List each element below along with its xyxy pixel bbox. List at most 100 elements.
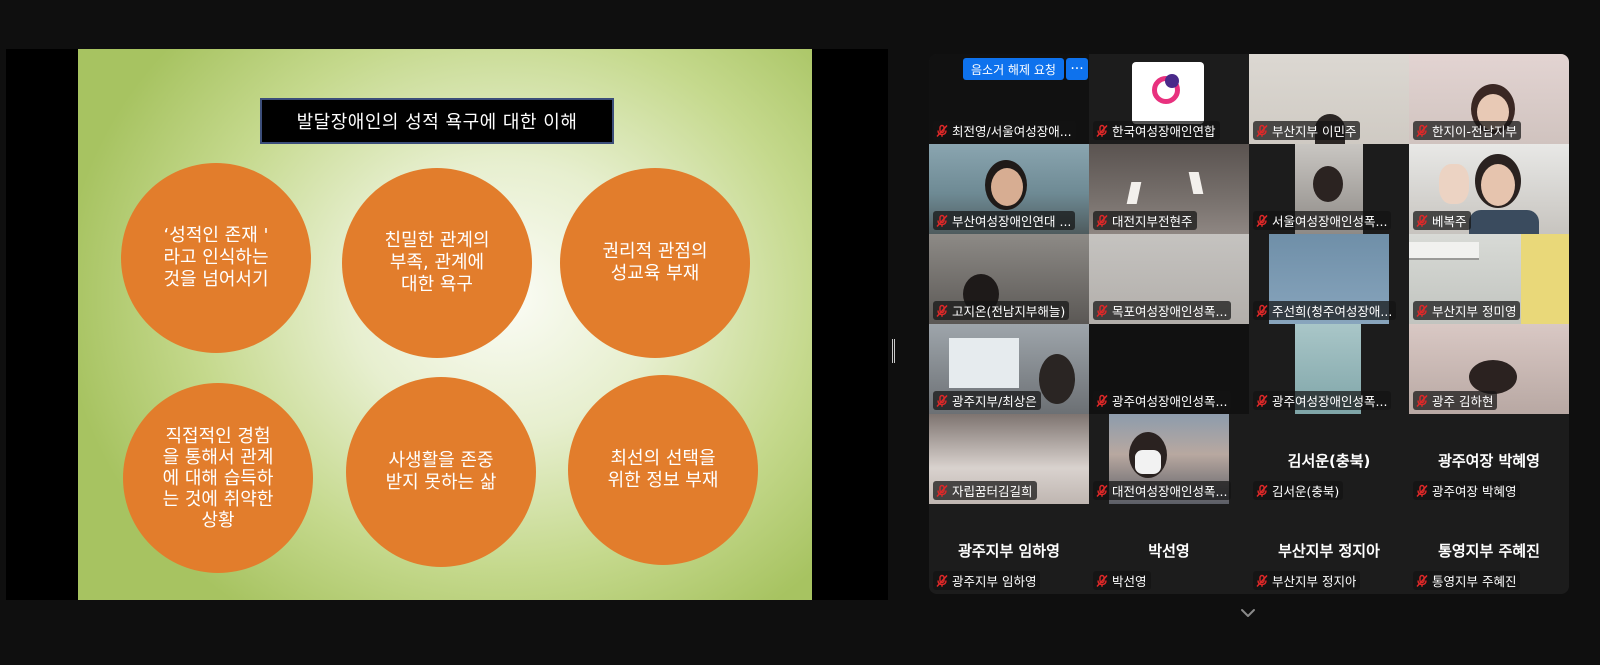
participant-name-tag: 광주여성장애인성폭... [1253,391,1392,410]
participant-display-name: 통영지부 주혜진 [1438,542,1540,560]
participant-name: 목포여성장애인성폭... [1112,304,1228,319]
participant-tile-no-video[interactable]: 광주여장 박혜영 광주여장 박혜영 [1409,414,1569,504]
wall-panel [1521,234,1569,324]
participant-name-tag: 광주지부/최상은 [933,391,1041,410]
muted-mic-icon [1415,124,1429,138]
participant-tile-no-video[interactable]: 부산지부 정지아 부산지부 정지아 [1249,504,1409,594]
participant-name: 부산여성장애인연대 ... [952,214,1072,229]
participant-display-name: 광주여장 박혜영 [1438,452,1540,470]
muted-mic-icon [935,304,949,318]
participant-name-tag: 자립꿈터김길희 [933,481,1037,500]
participant-tile[interactable]: 서울여성장애인성폭... [1249,144,1409,234]
participant-tile[interactable]: 광주여성장애인성폭... [1089,324,1249,414]
muted-mic-icon [1415,214,1429,228]
participant-tile[interactable]: 광주 김하현 [1409,324,1569,414]
face-mask [1135,450,1161,474]
chevron-down-icon[interactable] [1240,604,1256,617]
participant-tile[interactable]: 부산지부 정미영 [1409,234,1569,324]
participant-tile[interactable]: 대전여성장애인성폭... [1089,414,1249,504]
resize-handle[interactable] [892,339,895,363]
participant-name: 대전여성장애인성폭... [1112,484,1228,499]
participant-tile[interactable]: 한국여성장애인연합 [1089,54,1249,144]
request-unmute-button[interactable]: 음소거 해제 요청 [963,58,1064,80]
participant-name-tag: 베복주 [1413,211,1471,230]
participant-name: 광주지부/최상은 [952,394,1037,409]
muted-mic-icon [935,124,949,138]
participant-name-tag: 광주여장 박혜영 [1413,481,1521,500]
participant-tile[interactable]: 대전지부전현주 [1089,144,1249,234]
participant-name-tag: 광주여성장애인성폭... [1093,391,1232,410]
participant-name-tag: 고지온(전남지부해늘) [933,301,1070,320]
participant-name-tag: 광주 김하현 [1413,391,1498,410]
muted-mic-icon [1415,484,1429,498]
participant-name-tag: 대전여성장애인성폭... [1093,481,1232,500]
participant-name: 박선영 [1112,574,1147,589]
participant-face [1481,164,1515,206]
muted-mic-icon [1095,214,1109,228]
participant-tile[interactable]: 광주지부/최상은 [929,324,1089,414]
participant-name: 서울여성장애인성폭... [1272,214,1388,229]
participant-display-name: 김서운(충북) [1287,452,1371,470]
participant-name-tag: 부산지부 이민주 [1253,121,1361,140]
participant-tile-no-video[interactable]: 박선영 박선영 [1089,504,1249,594]
participant-shoulders [1469,210,1539,234]
more-options-button[interactable]: ··· [1066,58,1088,80]
participant-name-tag: 한국여성장애인연합 [1093,121,1220,140]
participant-display-name: 부산지부 정지아 [1278,542,1380,560]
muted-mic-icon [1255,574,1269,588]
participant-tile[interactable]: 광주여성장애인성폭... [1249,324,1409,414]
participant-name: 베복주 [1432,214,1467,229]
participant-tile[interactable]: 목포여성장애인성폭... [1089,234,1249,324]
participant-display-name: 광주지부 임하영 [958,542,1060,560]
participant-name-tag: 부산지부 정지아 [1253,571,1361,590]
participant-name: 자립꿈터김길희 [952,484,1033,499]
participant-name: 광주여장 박혜영 [1432,484,1517,499]
participant-tile[interactable]: 부산지부 이민주 [1249,54,1409,144]
participant-tile[interactable]: 고지온(전남지부해늘) [929,234,1089,324]
participant-name: 통영지부 주혜진 [1432,574,1517,589]
slide-circle-6: 최선의 선택을 위한 정보 부재 [568,375,758,565]
muted-mic-icon [935,574,949,588]
participant-name-tag: 대전지부전현주 [1093,211,1197,230]
muted-mic-icon [935,484,949,498]
muted-mic-icon [1095,124,1109,138]
air-conditioner [1409,242,1479,260]
participant-head [1039,354,1075,404]
participant-tile-no-video[interactable]: 김서운(충북) 김서운(충북) [1249,414,1409,504]
muted-mic-icon [1095,574,1109,588]
participant-name: 고지온(전남지부해늘) [952,304,1066,319]
participant-name: 최전영/서울여성장애... [952,124,1072,139]
participant-name: 한지이-전남지부 [1432,124,1518,139]
participant-tile-active-speaker[interactable]: 베복주 [1409,144,1569,234]
slide-circle-4: 직접적인 경험 을 통해서 관계 에 대해 습득하 는 것에 취약한 상황 [123,383,313,573]
muted-mic-icon [1255,214,1269,228]
slide-circle-3: 권리적 관점의 성교육 부재 [560,168,750,358]
participant-name: 한국여성장애인연합 [1112,124,1216,139]
muted-mic-icon [1255,484,1269,498]
participant-name-tag: 부산지부 정미영 [1413,301,1521,320]
participant-name: 광주 김하현 [1432,394,1494,409]
participant-tile[interactable]: 주선희(청주여성장애... [1249,234,1409,324]
participant-tile[interactable]: 자립꿈터김길희 [929,414,1089,504]
muted-mic-icon [1095,304,1109,318]
participant-head [1313,166,1343,202]
slide-circle-5: 사생활을 존중 받지 못하는 삶 [346,377,536,567]
participant-tile-no-video[interactable]: 광주지부 임하영 광주지부 임하영 [929,504,1089,594]
muted-mic-icon [935,214,949,228]
participant-tile[interactable]: 부산여성장애인연대 ... [929,144,1089,234]
participant-name-tag: 주선희(청주여성장애... [1253,301,1397,320]
participant-name: 부산지부 이민주 [1272,124,1357,139]
presentation-slide: 발달장애인의 성적 욕구에 대한 이해 ‘성적인 존재 ' 라고 인식하는 것을… [78,49,812,600]
participant-face [991,168,1023,206]
slide-circle-2: 친밀한 관계의 부족, 관계에 대한 욕구 [342,168,532,358]
participant-hand [1439,164,1469,204]
participant-tile-no-video[interactable]: 통영지부 주혜진 통영지부 주혜진 [1409,504,1569,594]
participant-tile[interactable]: 한지이-전남지부 [1409,54,1569,144]
participant-name: 광주여성장애인성폭... [1112,394,1228,409]
participant-name-tag: 광주지부 임하영 [933,571,1041,590]
participant-tile[interactable]: 음소거 해제 요청 ··· 최전영/서울여성장애... [929,54,1089,144]
slide-title: 발달장애인의 성적 욕구에 대한 이해 [260,98,614,144]
participant-gallery: 음소거 해제 요청 ··· 최전영/서울여성장애... 한국여성장애인연합 부산… [929,54,1569,594]
participant-name-tag: 한지이-전남지부 [1413,121,1522,140]
muted-mic-icon [1095,394,1109,408]
